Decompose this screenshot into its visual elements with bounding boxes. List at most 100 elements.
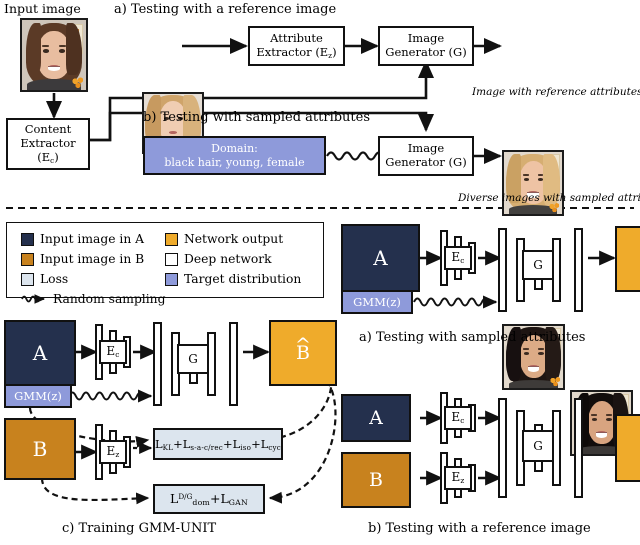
legend-item-random-sampling: Random sampling <box>21 290 165 308</box>
generator-layer <box>498 398 507 498</box>
content-extractor-line3-close: ) <box>54 149 59 164</box>
loss-box-1-expression: LKL+Ls-a-c/rec+Liso+Lcyc <box>155 436 281 452</box>
diagram-a-caption: a) Testing with sampled attributes <box>359 330 586 345</box>
legend-item-network-output: Network output <box>165 230 301 248</box>
legend-label-network-output: Network output <box>184 232 284 246</box>
diagram-a-generator: G <box>498 228 590 312</box>
section-b-title: b) Testing with sampled attributes <box>143 110 371 125</box>
generator-layer <box>574 398 583 498</box>
domain-box-line1: Domain: <box>211 141 258 155</box>
diagram-a-gmm: GMM(z) <box>341 290 413 314</box>
diagram-b-encoder-z: Ez <box>440 452 482 506</box>
square-swatch-icon <box>165 252 178 266</box>
square-swatch-icon <box>21 272 34 286</box>
diagram-c-input-b: B <box>4 418 76 480</box>
diagram-c-loss-box-1: LKL+Ls-a-c/rec+Liso+Lcyc <box>153 428 283 460</box>
encoder-z-sub: z <box>115 450 120 460</box>
input-image-label: Input image <box>4 1 81 16</box>
diagram-a-encoder-c: Ec <box>440 228 482 290</box>
content-extractor-box: Content Extractor (Ec) <box>6 118 90 170</box>
diagram-c-input-a-label: A <box>32 341 48 365</box>
square-swatch-icon <box>21 252 34 266</box>
image-generator-b-line1: Image <box>407 141 445 156</box>
legend-item-input-a: Input image in A <box>21 230 165 248</box>
encoder-z-text: E <box>451 470 461 485</box>
squiggle-arrow-icon <box>21 290 47 309</box>
attribute-extractor-line1: Attribute <box>270 30 323 45</box>
diagram-b-caption: b) Testing with a reference image <box>368 521 591 536</box>
attribute-extractor-line2-end: ) <box>332 44 337 59</box>
generator-text: G <box>188 352 198 366</box>
encoder-z-label-box: Ez <box>99 440 127 464</box>
content-extractor-line2: Extractor <box>20 135 76 150</box>
attribute-extractor-line2: Extractor (E <box>256 44 329 59</box>
image-generator-a-line2: Generator (G) <box>385 45 467 59</box>
image-generator-b-line2: Generator (G) <box>385 155 467 169</box>
generator-text: G <box>533 439 543 453</box>
image-generator-a-box: Image Generator (G) <box>378 26 474 66</box>
image-generator-a-line1: Image <box>407 31 445 46</box>
diagram-c-input-a: A <box>4 320 76 386</box>
diagram-b-input-a-label: A <box>369 407 383 429</box>
diagram-c-encoder-c: Ec <box>95 322 137 384</box>
encoder-z-sub: z <box>460 476 465 486</box>
caption-sampled-attributes: Diverse images with sampled attributes <box>458 192 640 204</box>
figure-root: Input image a) Testing with a reference … <box>0 0 640 545</box>
encoder-c-sub: c <box>460 256 465 266</box>
diagram-b-input-b-label: B <box>369 469 383 491</box>
section-a-title: a) Testing with a reference image <box>114 2 337 17</box>
content-extractor-line1: Content <box>24 121 72 136</box>
encoder-c-sub: c <box>460 416 465 426</box>
diagram-c-gmm-label: GMM(z) <box>14 389 62 403</box>
legend-label-loss: Loss <box>40 272 69 286</box>
legend-label-input-a: Input image in A <box>40 232 145 246</box>
encoder-c-text: E <box>106 344 116 359</box>
diagram-c-gmm: GMM(z) <box>4 384 72 408</box>
diagram-b-output: ^ B <box>615 414 640 482</box>
diagram-c-loss-box-2: LD/Gdom+LGAN <box>153 484 265 514</box>
legend-label-random-sampling: Random sampling <box>53 292 166 306</box>
generator-layer <box>574 228 583 312</box>
legend-item-loss: Loss <box>21 270 165 288</box>
diagram-c-encoder-z: Ez <box>95 422 137 484</box>
generator-layer <box>229 322 238 406</box>
diagram-c-generator: G <box>153 322 245 406</box>
diagram-a-gmm-label: GMM(z) <box>353 295 401 309</box>
legend-item-deep-network: Deep network <box>165 250 301 268</box>
diagram-b-input-b: B <box>341 452 411 508</box>
caption-reference-attributes: Image with reference attributes <box>472 86 640 98</box>
attribute-extractor-box: Attribute Extractor (Ez) <box>248 26 345 66</box>
legend-label-target-distribution: Target distribution <box>184 272 302 286</box>
encoder-c-text: E <box>451 250 461 265</box>
encoder-c-label-box: Ec <box>99 340 127 364</box>
diagram-b-encoder-c: Ec <box>440 392 482 446</box>
legend-label-deep-network: Deep network <box>184 252 272 266</box>
content-extractor-line3-open: (E <box>37 149 51 164</box>
diagram-a-input-a: A <box>341 224 420 292</box>
encoder-z-text: E <box>106 444 116 459</box>
encoder-c-label-box: Ec <box>444 406 472 430</box>
output-reference-thumbnail <box>502 150 564 216</box>
encoder-c-label-box: Ec <box>444 246 472 270</box>
generator-label-box: G <box>522 250 554 280</box>
diagram-c-input-b-label: B <box>32 437 48 461</box>
image-generator-b-box: Image Generator (G) <box>378 136 474 176</box>
generator-label-box: G <box>177 344 209 374</box>
diagram-c-caption: c) Training GMM-UNIT <box>62 521 217 536</box>
legend-item-input-b: Input image in B <box>21 250 165 268</box>
loss-box-2-expression: LD/Gdom+LGAN <box>170 490 248 508</box>
encoder-c-sub: c <box>115 350 120 360</box>
encoder-z-label-box: Ez <box>444 466 472 490</box>
diagram-c-output: ^ B <box>269 320 337 386</box>
legend-label-input-b: Input image in B <box>40 252 145 266</box>
legend-item-target-distribution: Target distribution <box>165 270 301 288</box>
diagram-b-input-a: A <box>341 394 411 442</box>
domain-box: Domain: black hair, young, female <box>143 136 326 175</box>
diagram-b-generator: G <box>498 398 590 498</box>
square-swatch-icon <box>165 232 178 246</box>
encoder-c-text: E <box>451 410 461 425</box>
generator-text: G <box>533 258 543 272</box>
square-swatch-icon <box>21 232 34 246</box>
input-image-thumbnail <box>20 18 88 92</box>
diagram-a-output: ^ B <box>615 226 640 292</box>
